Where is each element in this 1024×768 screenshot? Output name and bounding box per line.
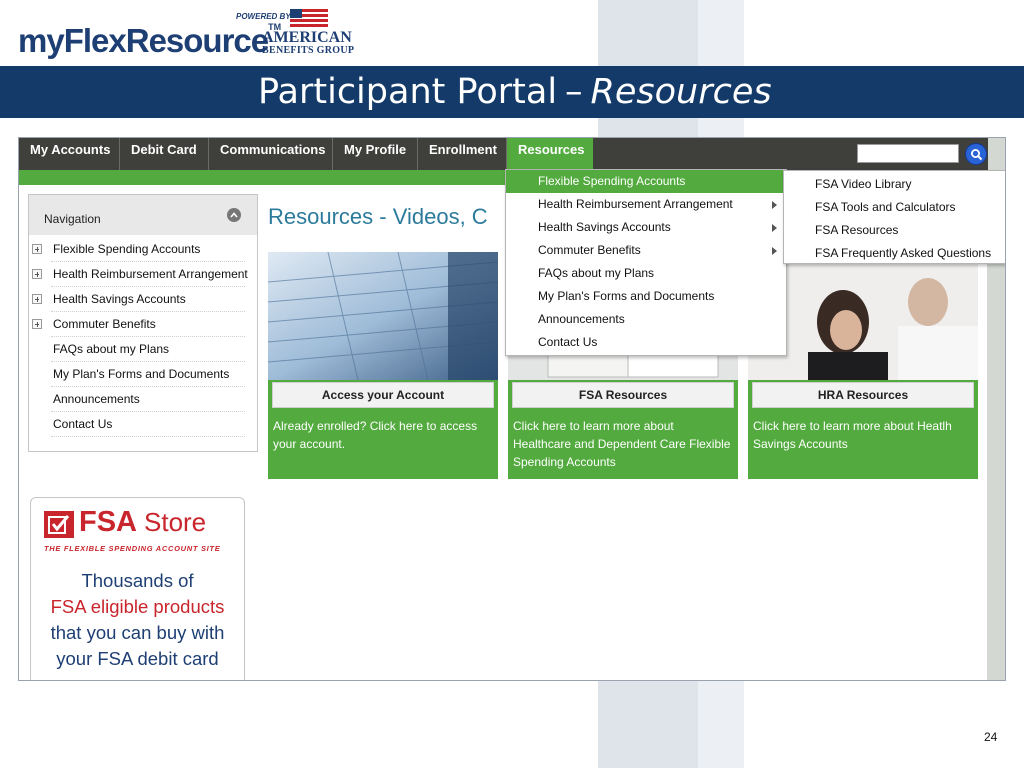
- expand-icon[interactable]: [32, 244, 42, 254]
- checkmark-icon: [44, 511, 74, 538]
- resources-dropdown-menu: Flexible Spending Accounts Health Reimbu…: [505, 169, 787, 356]
- dropdown-item-label: Health Savings Accounts: [538, 220, 671, 234]
- nav-panel-item-label: Commuter Benefits: [53, 317, 156, 331]
- nav-my-accounts[interactable]: My Accounts: [19, 138, 120, 170]
- dropdown-item[interactable]: FAQs about my Plans: [506, 262, 786, 285]
- slide-title: Participant Portal – Resources: [258, 72, 772, 112]
- nav-panel-item[interactable]: Announcements: [29, 387, 257, 412]
- expand-icon[interactable]: [32, 294, 42, 304]
- fsa-tagline: THE FLEXIBLE SPENDING ACCOUNT SITE: [44, 544, 221, 553]
- dropdown-item-label: My Plan's Forms and Documents: [538, 289, 715, 303]
- nav-panel-item-label: Announcements: [53, 392, 140, 406]
- nav-enrollment[interactable]: Enrollment: [418, 138, 507, 170]
- hra-resources-button[interactable]: HRA Resources: [752, 382, 974, 408]
- dropdown-item[interactable]: My Plan's Forms and Documents: [506, 285, 786, 308]
- brand-logo: myFlexResourceTM: [18, 22, 281, 60]
- navigation-panel-title: Navigation: [44, 212, 101, 226]
- navigation-list: Flexible Spending Accounts Health Reimbu…: [29, 237, 257, 437]
- nav-panel-item[interactable]: Commuter Benefits: [29, 312, 257, 337]
- fsa-ad-line: that you can buy with: [50, 622, 225, 643]
- top-nav-bar: My Accounts Debit Card Communications My…: [19, 138, 988, 185]
- access-account-button[interactable]: Access your Account: [272, 382, 494, 408]
- page-number: 24: [984, 730, 998, 744]
- navigation-panel-header: Navigation: [29, 195, 257, 235]
- dropdown-item-label: Health Reimbursement Arrangement: [538, 197, 733, 211]
- nav-panel-item-label: Health Savings Accounts: [53, 292, 186, 306]
- nav-panel-item[interactable]: Health Savings Accounts: [29, 287, 257, 312]
- submenu-item-fsa-resources[interactable]: FSA Resources: [815, 223, 898, 237]
- page-heading: Resources - Videos, C: [268, 204, 488, 229]
- dropdown-item[interactable]: Flexible Spending Accounts: [506, 170, 786, 193]
- fsa-ad-text: Thousands of FSA eligible products that …: [31, 568, 244, 672]
- title-main: Participant Portal: [258, 72, 558, 112]
- card-access-account: Access your Account Already enrolled? Cl…: [268, 252, 498, 479]
- submenu-item-fsa-tools[interactable]: FSA Tools and Calculators: [815, 200, 956, 214]
- nav-debit-card[interactable]: Debit Card: [120, 138, 209, 170]
- nav-panel-item[interactable]: Health Reimbursement Arrangement: [29, 262, 257, 287]
- brand-prefix: my: [18, 22, 65, 59]
- fsa-store-ad[interactable]: FSA Store THE FLEXIBLE SPENDING ACCOUNT …: [30, 497, 245, 680]
- nav-panel-item[interactable]: Contact Us: [29, 412, 257, 437]
- expand-icon[interactable]: [32, 319, 42, 329]
- card-description[interactable]: Already enrolled? Click here to access y…: [273, 417, 495, 453]
- dropdown-item-label: Commuter Benefits: [538, 243, 641, 257]
- nav-panel-item[interactable]: FAQs about my Plans: [29, 337, 257, 362]
- search-input[interactable]: [857, 144, 959, 163]
- nav-panel-item[interactable]: My Plan's Forms and Documents: [29, 362, 257, 387]
- nav-panel-item-label: Health Reimbursement Arrangement: [53, 267, 248, 281]
- fsa-submenu: FSA Video Library FSA Tools and Calculat…: [783, 170, 1005, 264]
- company-logo: AMERICAN BENEFITS GROUP: [262, 30, 354, 56]
- nav-panel-item[interactable]: Flexible Spending Accounts: [29, 237, 257, 262]
- title-subtitle: Resources: [590, 72, 772, 112]
- collapse-icon[interactable]: [227, 208, 241, 222]
- fsa-ad-line: FSA eligible products: [50, 596, 225, 617]
- dropdown-item[interactable]: Contact Us: [506, 331, 786, 354]
- submenu-arrow-icon: [772, 224, 777, 232]
- dropdown-item[interactable]: Health Savings Accounts: [506, 216, 786, 239]
- dropdown-item-label: Flexible Spending Accounts: [538, 174, 686, 188]
- nav-panel-item-label: Flexible Spending Accounts: [53, 242, 201, 256]
- company-name-line2: BENEFITS GROUP: [262, 45, 355, 56]
- title-separator: –: [565, 72, 583, 112]
- company-name-line1: AMERICAN: [262, 29, 352, 46]
- nav-panel-item-label: Contact Us: [53, 417, 113, 431]
- fsa-ad-line: your FSA debit card: [56, 648, 219, 669]
- submenu-item-fsa-faq[interactable]: FSA Frequently Asked Questions: [815, 246, 991, 260]
- nav-panel-item-label: FAQs about my Plans: [53, 342, 170, 356]
- dropdown-item[interactable]: Commuter Benefits: [506, 239, 786, 262]
- flag-icon: [290, 9, 328, 27]
- nav-my-profile[interactable]: My Profile: [333, 138, 418, 170]
- portal-screenshot: My Accounts Debit Card Communications My…: [18, 137, 1006, 681]
- submenu-arrow-icon: [772, 201, 777, 209]
- dropdown-item-label: Contact Us: [538, 335, 598, 349]
- powered-by-label: POWERED BY: [236, 12, 291, 21]
- card-description[interactable]: Click here to learn more about Heatlh Sa…: [753, 417, 975, 453]
- fsa-logo-store: Store: [144, 507, 207, 537]
- fsa-ad-line: Thousands of: [81, 570, 194, 591]
- nav-panel-item-label: My Plan's Forms and Documents: [53, 367, 230, 381]
- card-description[interactable]: Click here to learn more about Healthcar…: [513, 417, 735, 471]
- brand-name: FlexResource: [63, 22, 269, 59]
- expand-icon[interactable]: [32, 269, 42, 279]
- navigation-panel: Navigation Flexible Spending Accounts He…: [28, 194, 258, 452]
- nav-communications[interactable]: Communications: [209, 138, 333, 170]
- fsa-resources-button[interactable]: FSA Resources: [512, 382, 734, 408]
- search-icon: [971, 149, 983, 161]
- nav-resources[interactable]: Resources: [507, 138, 593, 170]
- dropdown-item-label: Announcements: [538, 312, 625, 326]
- fsa-store-logo: FSA Store: [79, 506, 206, 539]
- dropdown-item-label: FAQs about my Plans: [538, 266, 655, 280]
- dropdown-item[interactable]: Health Reimbursement Arrangement: [506, 193, 786, 216]
- search-button[interactable]: [965, 143, 987, 165]
- spreadsheet-screen-image: [268, 252, 498, 380]
- submenu-arrow-icon: [772, 247, 777, 255]
- submenu-item-fsa-video-library[interactable]: FSA Video Library: [815, 177, 912, 191]
- fsa-logo-bold: FSA: [79, 506, 136, 538]
- dropdown-item[interactable]: Announcements: [506, 308, 786, 331]
